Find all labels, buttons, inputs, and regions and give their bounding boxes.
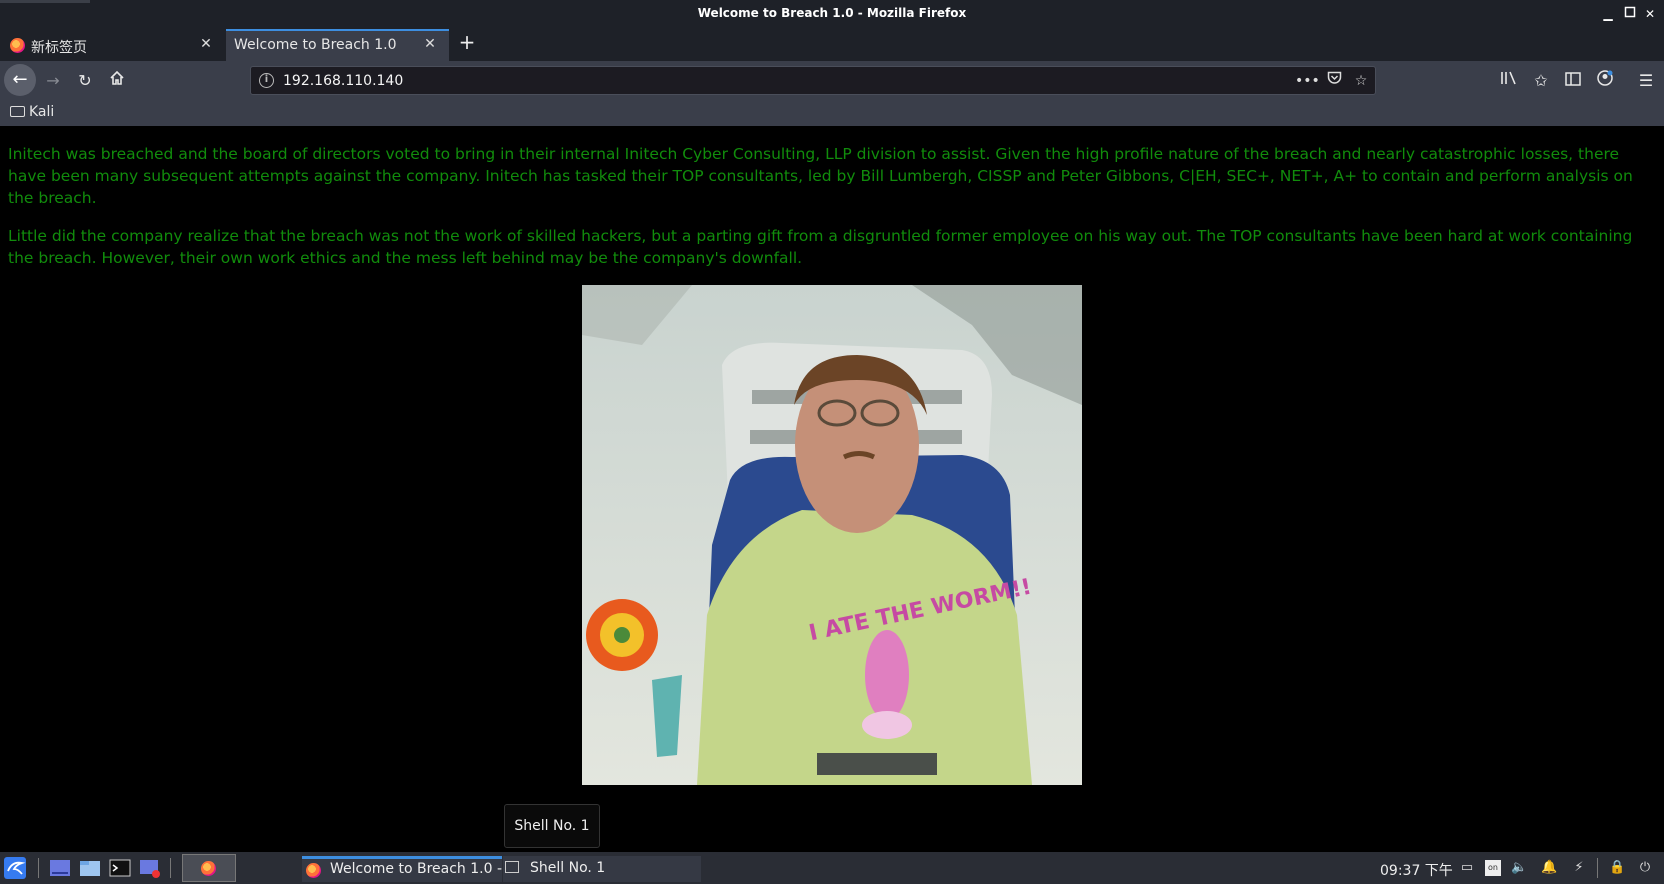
bookmarks-toolbar: Kali (0, 101, 1664, 126)
navigation-toolbar: ← → ↻ i 192.168.110.140 ••• ☆ ✩ ☰ (0, 61, 1664, 101)
tab-label: Welcome to Breach 1.0 (234, 37, 397, 53)
lock-icon[interactable]: 🔒 (1609, 860, 1625, 876)
clock[interactable]: 09:37 下午 (1380, 860, 1453, 880)
taskbar: Welcome to Breach 1.0 -... Shell No. 1 0… (0, 852, 1664, 884)
close-tab-icon[interactable]: ✕ (421, 35, 439, 53)
taskbar-separator (1597, 858, 1598, 878)
bookmark-kali[interactable]: Kali (10, 104, 54, 120)
tab-new-tab[interactable]: 新标签页 ✕ (0, 29, 224, 61)
maximize-icon[interactable] (1622, 6, 1638, 22)
logout-icon[interactable]: ⏻ (1637, 860, 1653, 876)
bookmark-label: Kali (29, 104, 55, 120)
account-icon[interactable] (1593, 69, 1617, 93)
minimize-icon[interactable]: ▁ (1600, 6, 1616, 22)
power-manager-icon[interactable]: ⚡ (1571, 860, 1587, 876)
tab-label: 新标签页 (31, 40, 87, 56)
firefox-icon (201, 861, 216, 876)
site-info-icon[interactable]: i (259, 73, 274, 88)
close-window-icon[interactable]: ✕ (1642, 6, 1658, 22)
taskbar-separator (170, 858, 171, 878)
firefox-icon (306, 863, 321, 878)
taskbar-separator (38, 858, 39, 878)
firefox-window: Welcome to Breach 1.0 - Mozilla Firefox … (0, 0, 1664, 884)
workspace-icon[interactable] (49, 857, 71, 879)
display-icon[interactable]: ▭ (1459, 860, 1475, 876)
url-bar[interactable]: i 192.168.110.140 ••• ☆ (250, 66, 1376, 95)
screen-record-icon[interactable] (139, 857, 161, 879)
story-paragraph: Little did the company realize that the … (8, 227, 1633, 267)
new-tab-plus-icon[interactable]: + (455, 30, 479, 54)
pocket-icon[interactable] (1324, 71, 1344, 91)
intro-paragraph: Initech was breached and the board of di… (8, 145, 1633, 207)
milton-beach-image: I ATE THE WORM!! (582, 285, 1082, 785)
file-manager-icon[interactable] (79, 857, 101, 879)
forward-arrow-icon[interactable]: → (41, 69, 65, 93)
pinned-star-icon[interactable]: ✩ (1529, 69, 1553, 93)
taskbar-tooltip: Shell No. 1 (504, 804, 600, 848)
volume-icon[interactable]: 🔈 (1511, 860, 1527, 876)
title-bar-indicator (0, 0, 90, 3)
taskbar-task-shell[interactable]: Shell No. 1 (503, 856, 701, 882)
page-content: Initech was breached and the board of di… (0, 126, 1664, 852)
hamburger-menu-icon[interactable]: ☰ (1634, 69, 1658, 93)
home-icon[interactable] (105, 69, 129, 93)
input-method-icon[interactable]: on (1485, 860, 1501, 876)
kali-menu-icon[interactable] (4, 857, 26, 879)
tab-breach[interactable]: Welcome to Breach 1.0 ✕ (226, 29, 449, 61)
firefox-launcher[interactable] (182, 854, 236, 882)
bookmark-star-icon[interactable]: ☆ (1351, 71, 1371, 91)
folder-icon (10, 106, 25, 117)
task-label: Shell No. 1 (530, 860, 606, 876)
sidebar-icon[interactable] (1561, 69, 1585, 93)
notification-bell-icon[interactable]: 🔔 (1541, 860, 1557, 876)
tab-strip: 新标签页 ✕ Welcome to Breach 1.0 ✕ (0, 28, 1664, 61)
window-title: Welcome to Breach 1.0 - Mozilla Firefox (697, 6, 967, 20)
terminal-icon[interactable] (109, 857, 131, 879)
taskbar-task-firefox[interactable]: Welcome to Breach 1.0 -... (302, 856, 515, 882)
back-arrow-icon[interactable]: ← (4, 64, 36, 96)
terminal-icon (505, 861, 519, 873)
firefox-favicon-icon (10, 38, 25, 53)
task-label: Welcome to Breach 1.0 -... (330, 861, 516, 877)
close-tab-icon[interactable]: ✕ (197, 35, 215, 53)
page-actions-icon[interactable]: ••• (1295, 71, 1320, 91)
url-text[interactable]: 192.168.110.140 (283, 73, 403, 89)
library-icon[interactable] (1497, 69, 1521, 93)
title-bar: Welcome to Breach 1.0 - Mozilla Firefox … (0, 0, 1664, 28)
reload-icon[interactable]: ↻ (73, 69, 97, 93)
